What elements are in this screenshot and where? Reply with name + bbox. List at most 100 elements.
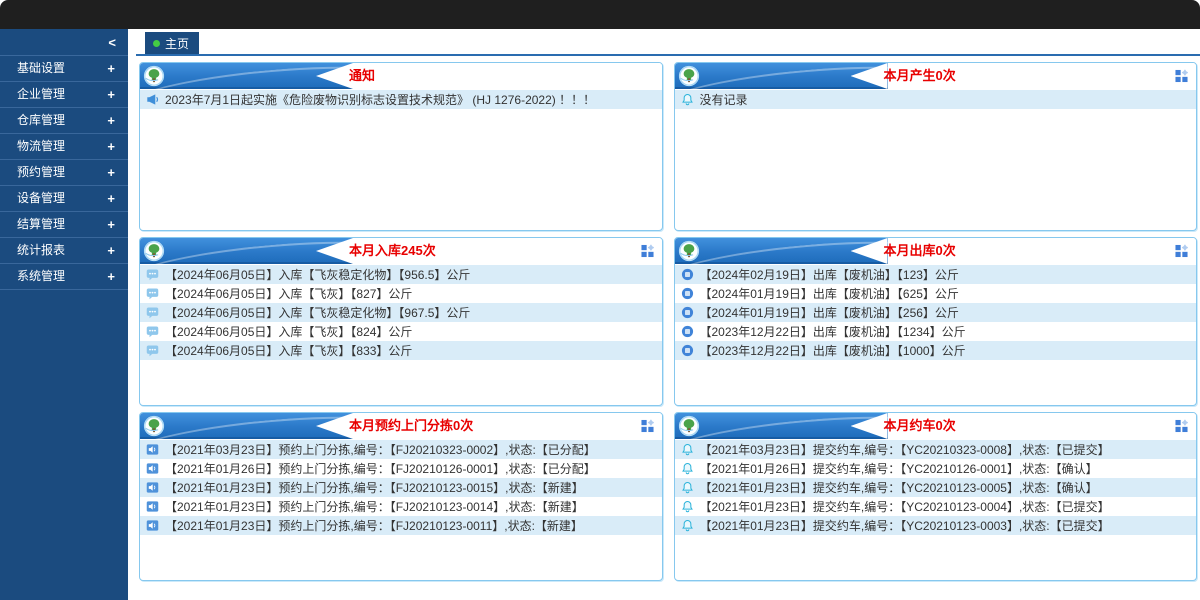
expand-plus-icon: + — [107, 134, 115, 159]
panel-body: 【2024年02月19日】出库【废机油】【123】公斤 【2024年01月19日… — [675, 264, 1197, 360]
panel-header-banner — [140, 238, 353, 264]
globe-tree-logo-icon — [143, 240, 165, 262]
grid-settings-icon[interactable] — [1175, 419, 1188, 432]
expand-plus-icon: + — [107, 108, 115, 133]
expand-plus-icon: + — [107, 82, 115, 107]
list-item[interactable]: 没有记录 — [675, 90, 1197, 109]
panel-body: 【2021年03月23日】预约上门分拣,编号：【FJ20210323-0002】… — [140, 439, 662, 535]
list-item[interactable]: 【2023年12月22日】出库【废机油】【1000】公斤 — [675, 341, 1197, 360]
list-item[interactable]: 【2021年01月23日】提交约车,编号：【YC20210123-0003】,状… — [675, 516, 1197, 535]
sidebar-item-settlement-mgmt[interactable]: 结算管理 + — [0, 212, 128, 238]
sidebar-item-system-mgmt[interactable]: 系统管理 + — [0, 264, 128, 290]
tab-underline — [136, 54, 1200, 56]
sidebar-item-equipment-mgmt[interactable]: 设备管理 + — [0, 186, 128, 212]
list-item-text: 【2024年01月19日】出库【废机油】【256】公斤 — [700, 304, 959, 321]
outbound-circle-icon — [681, 287, 694, 300]
grid-settings-icon[interactable] — [641, 419, 654, 432]
panel-header: 本月入库245次 — [140, 238, 662, 264]
tab-home[interactable]: 主页 — [145, 32, 199, 54]
expand-plus-icon: + — [107, 56, 115, 81]
speaker-icon — [146, 481, 159, 494]
panel-title: 本月出库0次 — [884, 238, 956, 264]
panel-title: 通知 — [349, 63, 375, 89]
list-item[interactable]: 【2024年01月19日】出库【废机油】【256】公斤 — [675, 303, 1197, 322]
grid-settings-icon[interactable] — [1175, 69, 1188, 82]
list-item[interactable]: 【2024年06月05日】入库【飞灰】【827】公斤 — [140, 284, 662, 303]
list-item[interactable]: 【2021年01月23日】预约上门分拣,编号：【FJ20210123-0011】… — [140, 516, 662, 535]
panel-header: 本月产生0次 — [675, 63, 1197, 89]
bell-icon — [681, 519, 694, 532]
speaker-icon — [146, 462, 159, 475]
grid-settings-icon[interactable] — [1175, 244, 1188, 257]
expand-plus-icon: + — [107, 264, 115, 289]
list-item-text: 【2024年06月05日】入库【飞灰稳定化物】【967.5】公斤 — [165, 304, 470, 321]
tab-bar: 主页 — [128, 29, 1200, 57]
sidebar-item-basic-settings[interactable]: 基础设置 + — [0, 56, 128, 82]
outbound-circle-icon — [681, 268, 694, 281]
sidebar-item-statistics-reports[interactable]: 统计报表 + — [0, 238, 128, 264]
list-item[interactable]: 【2024年06月05日】入库【飞灰稳定化物】【967.5】公斤 — [140, 303, 662, 322]
list-item[interactable]: 【2021年03月23日】预约上门分拣,编号：【FJ20210323-0002】… — [140, 440, 662, 459]
panel-header: 通知 — [140, 63, 662, 89]
sidebar-item-label: 统计报表 — [17, 238, 65, 263]
list-item-text: 【2021年01月23日】提交约车,编号：【YC20210123-0005】,状… — [700, 479, 1098, 496]
list-item[interactable]: 【2023年12月22日】出库【废机油】【1234】公斤 — [675, 322, 1197, 341]
grid-settings-icon[interactable] — [641, 244, 654, 257]
sidebar-nav: < 基础设置 + 企业管理 + 仓库管理 + 物流管理 + 预约管理 + 设备管… — [0, 29, 128, 600]
bell-icon — [681, 93, 694, 106]
list-item[interactable]: 【2024年06月05日】入库【飞灰】【833】公斤 — [140, 341, 662, 360]
panel-body: 【2024年06月05日】入库【飞灰稳定化物】【956.5】公斤 【2024年0… — [140, 264, 662, 360]
sidebar-item-label: 预约管理 — [17, 160, 65, 185]
list-item[interactable]: 【2024年02月19日】出库【废机油】【123】公斤 — [675, 265, 1197, 284]
panel-monthly-door-sorting: 本月预约上门分拣0次 【2021年03月23日】预约上门分拣,编号：【FJ202… — [139, 412, 663, 581]
list-item[interactable]: 【2021年01月26日】提交约车,编号：【YC20210126-0001】,状… — [675, 459, 1197, 478]
list-item[interactable]: 【2021年01月23日】提交约车,编号：【YC20210123-0004】,状… — [675, 497, 1197, 516]
list-item[interactable]: 【2024年01月19日】出库【废机油】【625】公斤 — [675, 284, 1197, 303]
panel-monthly-inbound: 本月入库245次 【2024年06月05日】入库【飞灰稳定化物】【956.5】公… — [139, 237, 663, 406]
panel-header: 本月预约上门分拣0次 — [140, 413, 662, 439]
outbound-circle-icon — [681, 325, 694, 338]
list-item[interactable]: 【2021年01月23日】预约上门分拣,编号：【FJ20210123-0015】… — [140, 478, 662, 497]
panel-header-banner — [675, 238, 888, 264]
panel-title: 本月约车0次 — [884, 413, 956, 439]
list-item[interactable]: 【2021年01月23日】提交约车,编号：【YC20210123-0005】,状… — [675, 478, 1197, 497]
list-item-text: 【2021年01月26日】提交约车,编号：【YC20210126-0001】,状… — [700, 460, 1098, 477]
sidebar-collapse-button[interactable]: < — [0, 29, 128, 56]
sidebar-item-label: 结算管理 — [17, 212, 65, 237]
list-item-text: 【2024年06月05日】入库【飞灰】【833】公斤 — [165, 342, 412, 359]
panel-body: 没有记录 — [675, 89, 1197, 109]
panel-monthly-outbound: 本月出库0次 【2024年02月19日】出库【废机油】【123】公斤 【2024… — [674, 237, 1198, 406]
comment-icon — [146, 344, 159, 357]
sidebar-item-enterprise-mgmt[interactable]: 企业管理 + — [0, 82, 128, 108]
panel-header: 本月约车0次 — [675, 413, 1197, 439]
dashboard-page: < 基础设置 + 企业管理 + 仓库管理 + 物流管理 + 预约管理 + 设备管… — [0, 0, 1200, 600]
speaker-icon — [146, 500, 159, 513]
sidebar-item-logistics-mgmt[interactable]: 物流管理 + — [0, 134, 128, 160]
panel-title: 本月预约上门分拣0次 — [349, 413, 473, 439]
panel-title: 本月产生0次 — [884, 63, 956, 89]
list-item-text: 没有记录 — [700, 91, 748, 108]
comment-icon — [146, 325, 159, 338]
sidebar-item-label: 企业管理 — [17, 82, 65, 107]
panel-title: 本月入库245次 — [349, 238, 436, 264]
list-item[interactable]: 【2021年01月26日】预约上门分拣,编号：【FJ20210126-0001】… — [140, 459, 662, 478]
sidebar-item-label: 仓库管理 — [17, 108, 65, 133]
list-item-text: 【2021年03月23日】预约上门分拣,编号：【FJ20210323-0002】… — [165, 441, 596, 458]
panel-body: 【2021年03月23日】提交约车,编号：【YC20210323-0008】,状… — [675, 439, 1197, 535]
list-item-text: 【2024年06月05日】入库【飞灰】【827】公斤 — [165, 285, 412, 302]
sidebar-item-appointment-mgmt[interactable]: 预约管理 + — [0, 160, 128, 186]
list-item[interactable]: 【2021年01月23日】预约上门分拣,编号：【FJ20210123-0014】… — [140, 497, 662, 516]
globe-tree-logo-icon — [678, 65, 700, 87]
comment-icon — [146, 287, 159, 300]
active-tab-dot-icon — [153, 40, 160, 47]
list-item[interactable]: 【2024年06月05日】入库【飞灰稳定化物】【956.5】公斤 — [140, 265, 662, 284]
list-item-text: 【2021年03月23日】提交约车,编号：【YC20210323-0008】,状… — [700, 441, 1110, 458]
list-item[interactable]: 【2024年06月05日】入库【飞灰】【824】公斤 — [140, 322, 662, 341]
list-item[interactable]: 2023年7月1日起实施《危险废物识别标志设置技术规范》 (HJ 1276-20… — [140, 90, 662, 109]
list-item-text: 【2021年01月23日】预约上门分拣,编号：【FJ20210123-0015】… — [165, 479, 584, 496]
list-item[interactable]: 【2021年03月23日】提交约车,编号：【YC20210323-0008】,状… — [675, 440, 1197, 459]
panel-header-banner — [675, 413, 888, 439]
globe-tree-logo-icon — [143, 65, 165, 87]
expand-plus-icon: + — [107, 160, 115, 185]
sidebar-item-warehouse-mgmt[interactable]: 仓库管理 + — [0, 108, 128, 134]
